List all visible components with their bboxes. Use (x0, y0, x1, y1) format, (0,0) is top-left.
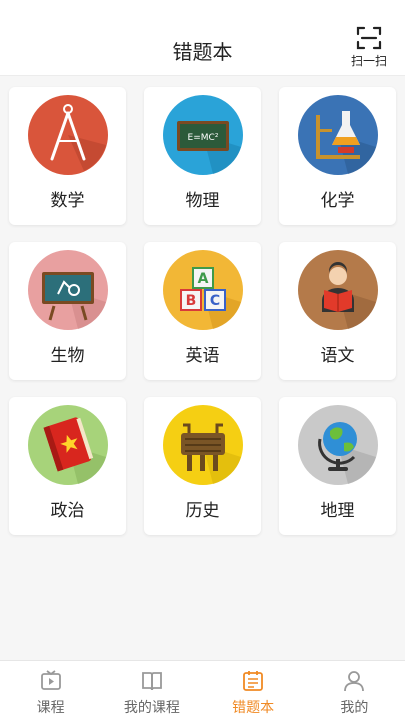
subject-label: 生物 (50, 346, 85, 366)
tab-mistake-book[interactable]: 错题本 (203, 661, 304, 720)
subject-label: 历史 (185, 501, 220, 521)
svg-text:B: B (185, 293, 196, 309)
tab-label: 我的课程 (123, 700, 180, 716)
subject-card-english[interactable]: A B C 英语 (144, 242, 261, 380)
subject-card-chemistry[interactable]: 化学 (279, 87, 396, 225)
tab-courses[interactable]: 课程 (0, 661, 101, 720)
scan-button[interactable]: 扫一扫 (347, 26, 391, 74)
svg-text:E=MC²: E=MC² (187, 133, 218, 143)
scan-label: 扫一扫 (350, 54, 387, 68)
bottom-tab-bar: 课程 我的课程 错题本 我的 (0, 660, 405, 720)
subject-card-biology[interactable]: 生物 (9, 242, 126, 380)
subject-grid: 数学 E=MC² 物理 化学 生物 A B C 英语 语文 政治 历史 地理 (9, 87, 396, 535)
video-play-icon (40, 670, 61, 690)
tab-me[interactable]: 我的 (304, 661, 405, 720)
microscope-board-icon (27, 250, 108, 330)
tab-my-courses[interactable]: 我的课程 (101, 661, 202, 720)
subject-label: 化学 (320, 191, 355, 211)
subject-card-geography[interactable]: 地理 (279, 397, 396, 535)
top-bar: 错题本 扫一扫 (0, 0, 405, 76)
subject-label: 地理 (320, 501, 355, 521)
app-root: 错题本 扫一扫 数学 E=MC² 物理 化学 生物 A B C 英语 语文 政治… (0, 0, 405, 720)
red-book-icon (27, 405, 108, 485)
notebook-icon (243, 671, 264, 691)
reading-person-icon (297, 250, 378, 330)
abc-blocks-icon: A B C (162, 250, 243, 330)
tab-label: 错题本 (232, 700, 275, 716)
subject-label: 英语 (185, 346, 220, 366)
person-icon (344, 671, 365, 692)
subject-label: 政治 (50, 501, 85, 521)
subject-label: 数学 (50, 191, 85, 211)
subject-card-chinese[interactable]: 语文 (279, 242, 396, 380)
svg-text:C: C (209, 293, 219, 309)
scan-icon (356, 26, 382, 50)
tab-label: 课程 (36, 700, 65, 716)
tab-label: 我的 (340, 700, 369, 716)
globe-icon (297, 405, 378, 485)
open-book-icon (141, 672, 162, 691)
flask-icon (297, 95, 378, 175)
page-title: 错题本 (172, 40, 233, 64)
compass-icon (27, 95, 108, 175)
svg-text:A: A (197, 271, 208, 287)
subject-card-history[interactable]: 历史 (144, 397, 261, 535)
chalkboard-icon: E=MC² (162, 95, 243, 175)
subject-card-math[interactable]: 数学 (9, 87, 126, 225)
subject-label: 物理 (185, 191, 220, 211)
bronze-ding-icon (162, 405, 243, 485)
subject-card-physics[interactable]: E=MC² 物理 (144, 87, 261, 225)
subject-label: 语文 (320, 346, 355, 366)
subject-card-politics[interactable]: 政治 (9, 397, 126, 535)
